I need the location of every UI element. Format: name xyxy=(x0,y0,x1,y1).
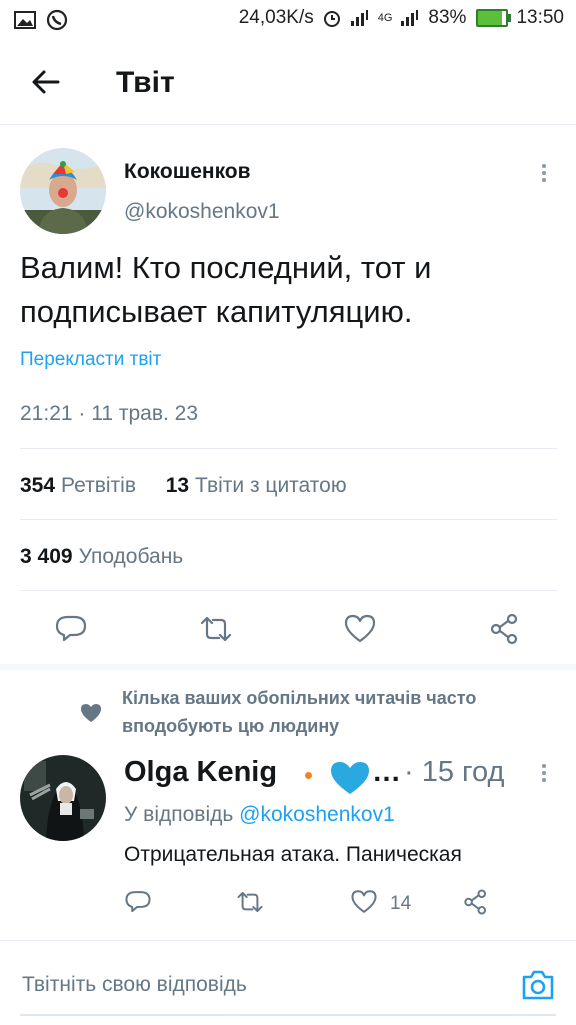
battery-percent: 83% xyxy=(428,7,467,28)
like-icon[interactable] xyxy=(343,612,377,646)
reply-context: У відповідь @kokoshenkov1 xyxy=(124,803,395,826)
more-icon[interactable] xyxy=(541,764,547,785)
viber-icon xyxy=(46,9,68,31)
divider xyxy=(20,448,557,449)
share-icon[interactable] xyxy=(462,888,490,916)
blue-heart-icon xyxy=(331,762,369,794)
camera-icon[interactable] xyxy=(520,967,556,1003)
author-handle[interactable]: @kokoshenkov1 xyxy=(124,200,280,224)
reply-actions xyxy=(0,884,576,924)
likes-stat[interactable]: 3 409 Уподобань xyxy=(20,545,183,569)
more-icon[interactable] xyxy=(541,164,547,185)
gallery-icon xyxy=(14,11,36,29)
arrow-left-icon[interactable] xyxy=(28,64,64,100)
tweet-timestamp: 21:21 · 11 трав. 23 xyxy=(20,402,199,425)
reply-text: Отрицательная атака. Паническая xyxy=(124,843,462,866)
reply-avatar[interactable] xyxy=(20,755,106,841)
signal-icon xyxy=(350,10,368,26)
divider xyxy=(20,519,557,520)
clock: 13:50 xyxy=(516,7,564,28)
page-title: Твіт xyxy=(116,66,175,99)
section-gap xyxy=(0,664,576,670)
divider xyxy=(20,590,557,591)
translate-link[interactable]: Перекласти твіт xyxy=(20,349,161,371)
reply-author-name[interactable]: Olga Kenig xyxy=(124,756,277,789)
status-bar: 24,03K/s 4G 83% 13:50 xyxy=(0,0,576,40)
retweet-quote-stats: 354 Ретвітів 13 Твіти з цитатою xyxy=(20,474,347,498)
tweet-actions xyxy=(0,606,576,654)
reply-to-handle[interactable]: @kokoshenkov1 xyxy=(239,803,395,826)
reply-icon[interactable] xyxy=(124,888,152,916)
dot-icon xyxy=(305,772,312,779)
name-ellipsis: … xyxy=(372,756,401,788)
social-context: Кілька ваших обопільних читачів часто вп… xyxy=(122,688,477,736)
reply-time: · 15 год xyxy=(404,756,505,788)
header: Твіт xyxy=(0,44,576,125)
heart-icon xyxy=(81,704,101,722)
like-icon[interactable] xyxy=(350,888,378,916)
network-type: 4G xyxy=(377,12,393,24)
retweet-icon[interactable] xyxy=(236,888,264,916)
signal-icon xyxy=(401,10,419,26)
reply-icon[interactable] xyxy=(54,612,88,646)
author-name[interactable]: Кокошенков xyxy=(124,160,251,184)
network-speed: 24,03K/s xyxy=(238,7,314,28)
share-icon[interactable] xyxy=(488,612,522,646)
compose-reply-input[interactable]: Твітніть свою відповідь xyxy=(22,973,247,997)
reply-like-count: 14 xyxy=(390,893,412,914)
retweet-icon[interactable] xyxy=(199,612,233,646)
battery-icon xyxy=(476,9,512,27)
quotes-stat[interactable]: 13 Твіти з цитатою xyxy=(166,474,347,497)
tweet-text: Валим! Кто последний, тот и подписывает … xyxy=(20,250,432,329)
avatar[interactable] xyxy=(20,148,106,234)
reply-composer: Твітніть свою відповідь xyxy=(0,940,576,1025)
alarm-icon xyxy=(323,11,340,27)
compose-underline xyxy=(20,1014,556,1016)
retweets-stat[interactable]: 354 Ретвітів xyxy=(20,474,136,497)
